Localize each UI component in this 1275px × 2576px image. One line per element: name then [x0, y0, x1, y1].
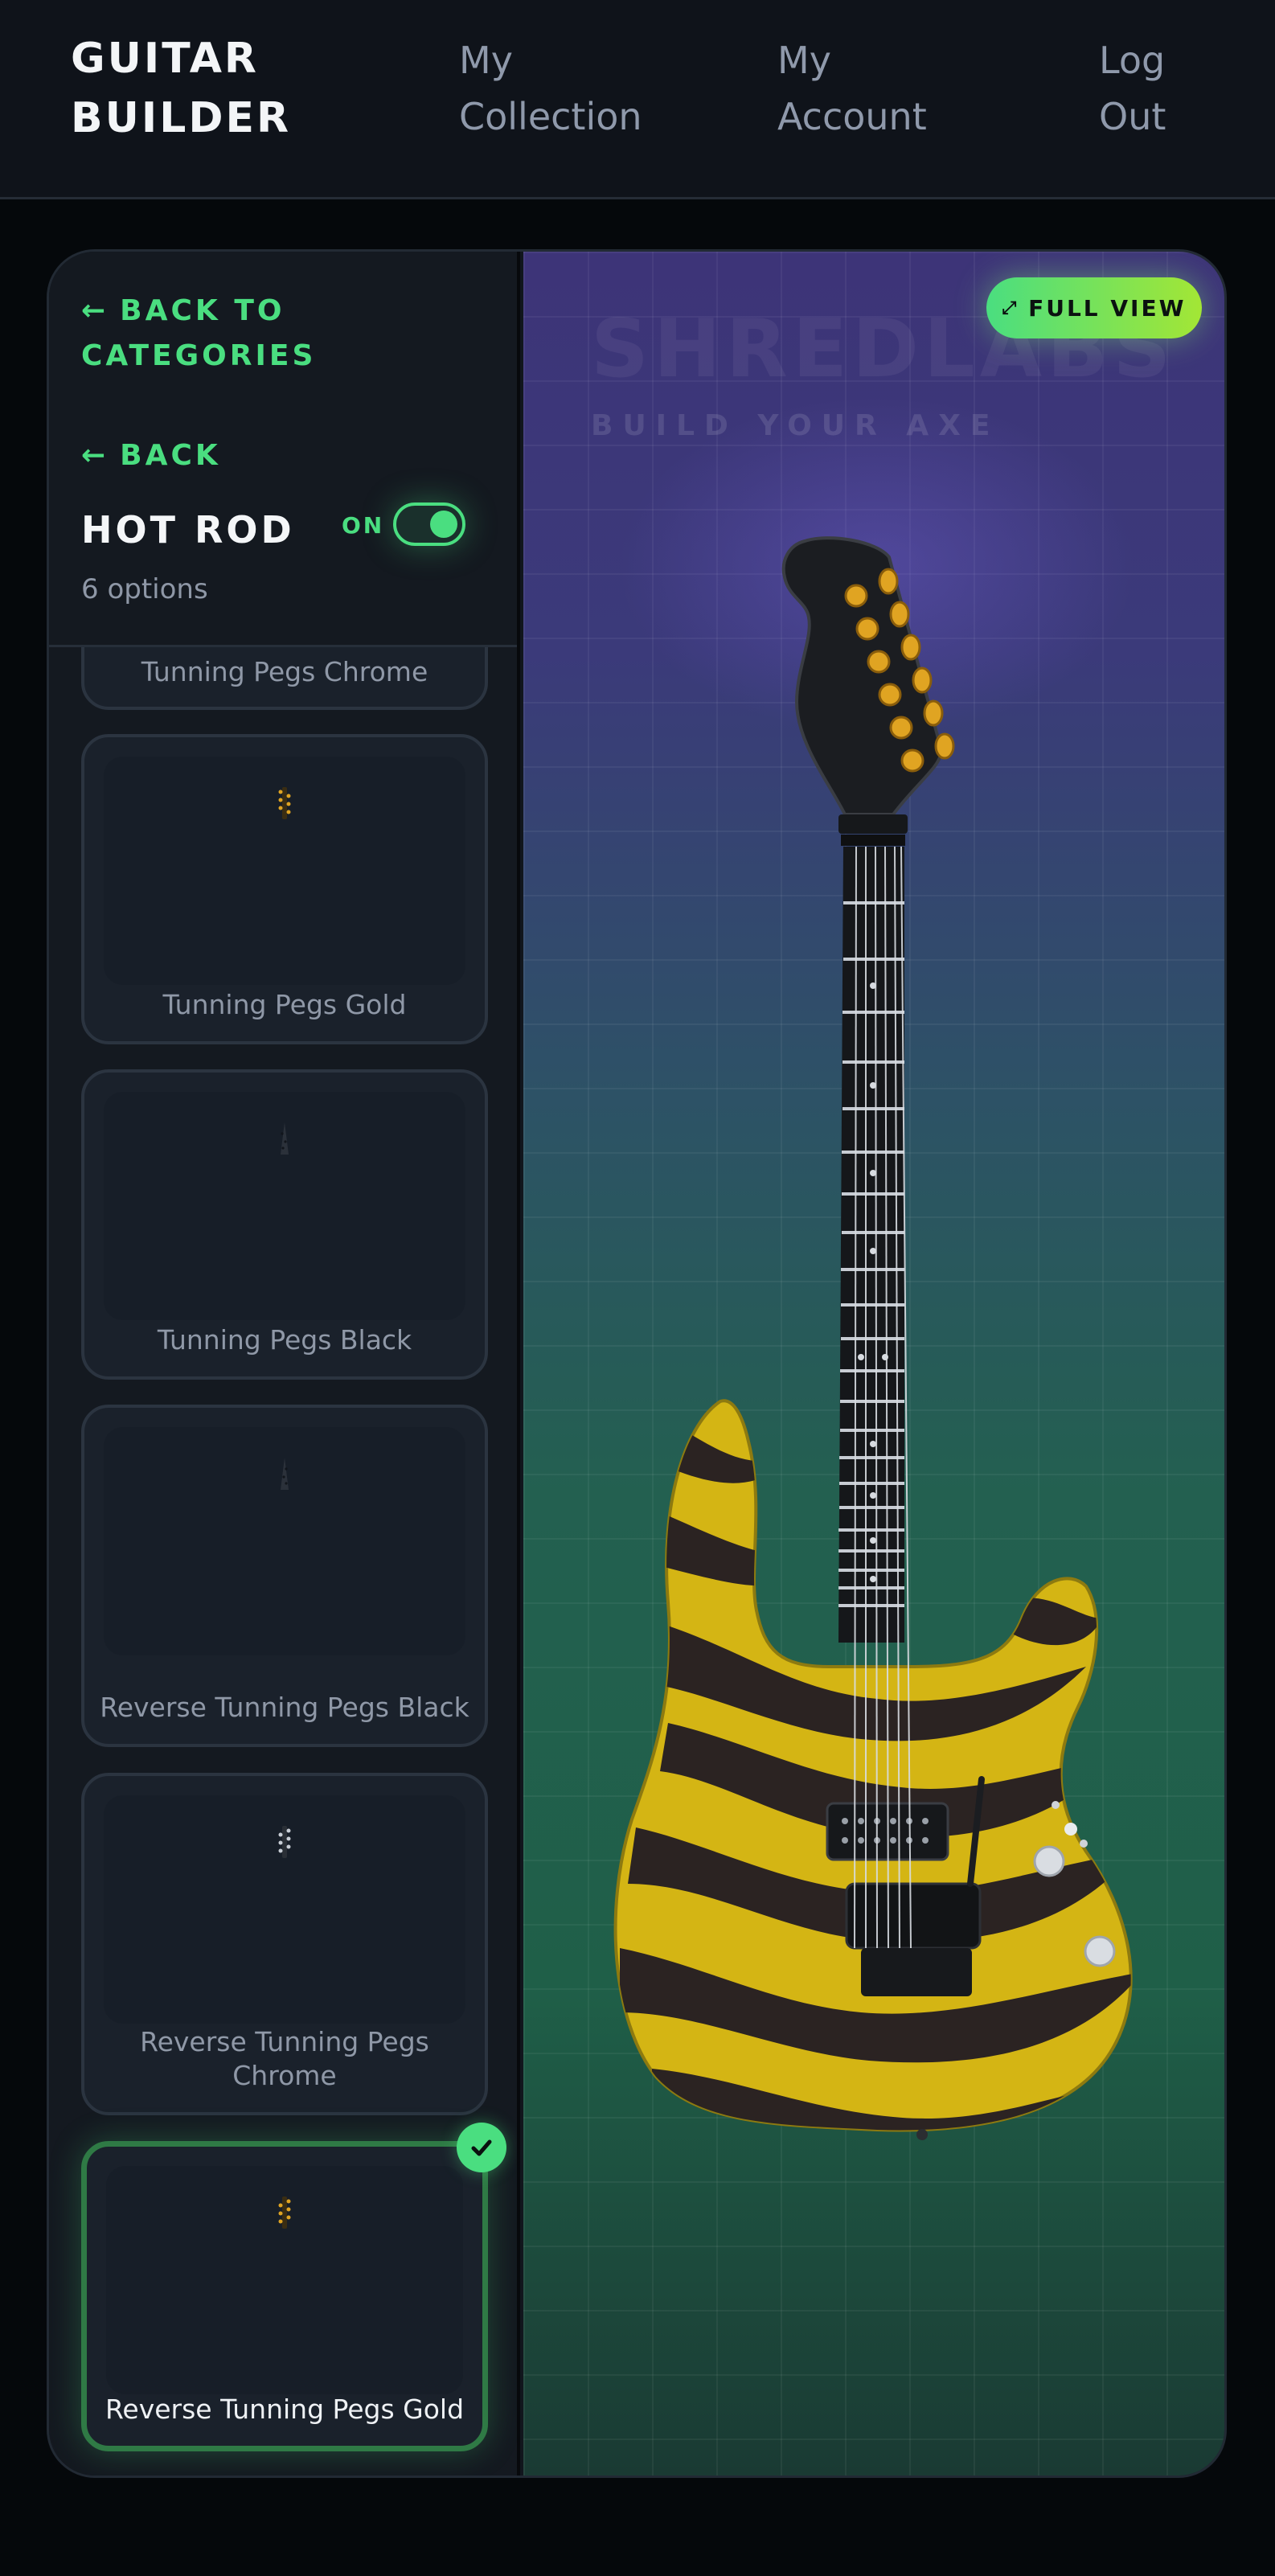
nav-my-collection[interactable]: My Collection: [459, 32, 700, 145]
nav-my-account[interactable]: My Account: [777, 32, 986, 145]
reverse-black-pegs-icon: [281, 1458, 289, 1490]
back-to-categories-label: CATEGORIES: [81, 339, 317, 372]
option-list[interactable]: Tunning Pegs Chrome Tunning Pegs Gold Tu…: [49, 647, 517, 2476]
toggle-label: ON: [342, 512, 385, 539]
check-icon: [457, 2123, 506, 2172]
options-sidebar: ← BACK TO CATEGORIES ← BACK HOT ROD ON 6 o…: [49, 252, 520, 2476]
headstock: [781, 536, 955, 846]
category-toggle[interactable]: [393, 502, 465, 546]
option-label: Reverse Tunning Pegs Chrome: [140, 2026, 429, 2091]
reverse-gold-pegs-icon: [278, 2197, 291, 2229]
option-label: Reverse Tunning Pegs Black: [100, 1692, 469, 1723]
back-to-categories-link[interactable]: ← BACK TO CATEGORIES: [81, 289, 387, 379]
option-count: 6 options: [81, 573, 208, 605]
brand-line-2: BUILDER: [71, 94, 292, 142]
guitar-stage: SHREDLABS BUILD YOUR AXE ⤢ FULL VIEW: [523, 252, 1224, 2476]
top-nav: GUITAR BUILDER My Collection My Account …: [0, 0, 1275, 199]
brand-line-1: GUITAR: [71, 35, 259, 83]
sidebar-header: ← BACK TO CATEGORIES ← BACK HOT ROD ON 6 o…: [49, 252, 517, 647]
brand-logo[interactable]: GUITAR BUILDER: [71, 29, 328, 148]
reverse-chrome-pegs-icon: [278, 1826, 291, 1858]
option-label: Tunning Pegs Gold: [162, 989, 407, 1020]
arrow-left-icon: ←: [81, 294, 109, 327]
option-card[interactable]: Tunning Pegs Black: [81, 1069, 488, 1380]
option-preview: [104, 1092, 465, 1320]
option-label: Tunning Pegs Black: [157, 1324, 412, 1356]
nav-label: My: [777, 39, 831, 82]
option-card[interactable]: Reverse Tunning Pegs Black: [81, 1405, 488, 1747]
back-link[interactable]: ← BACK: [81, 433, 221, 478]
option-label: Tunning Pegs Chrome: [141, 656, 428, 687]
gold-pegs-icon: [278, 787, 291, 819]
black-pegs-icon: [281, 1122, 289, 1155]
option-preview: [104, 1795, 465, 2024]
option-card[interactable]: Reverse Tunning Pegs Chrome: [81, 1773, 488, 2115]
option-preview: [104, 757, 465, 985]
nav-log-out[interactable]: Log Out: [1099, 32, 1211, 145]
toggle-knob: [430, 511, 457, 538]
category-title: HOT ROD: [81, 508, 295, 552]
nav-label: My: [459, 39, 513, 82]
nav-label: Account: [777, 95, 927, 138]
nav-label: Out: [1099, 95, 1166, 138]
option-preview: [106, 2166, 463, 2394]
option-card[interactable]: Tunning Pegs Chrome: [81, 647, 488, 710]
option-preview: [104, 1427, 465, 1655]
option-label: Reverse Tunning Pegs Gold: [105, 2393, 465, 2425]
arrow-left-icon: ←: [81, 439, 109, 472]
nav-label: Collection: [459, 95, 642, 138]
builder-panel: ← BACK TO CATEGORIES ← BACK HOT ROD ON 6 o…: [47, 249, 1227, 2478]
back-to-categories-label: BACK TO: [120, 294, 285, 327]
option-card-selected[interactable]: Reverse Tunning Pegs Gold: [81, 2123, 506, 2451]
option-card[interactable]: Tunning Pegs Gold: [81, 734, 488, 1044]
back-label: BACK: [120, 439, 221, 472]
nav-label: Log: [1099, 39, 1166, 82]
guitar-preview: [613, 536, 1133, 2140]
